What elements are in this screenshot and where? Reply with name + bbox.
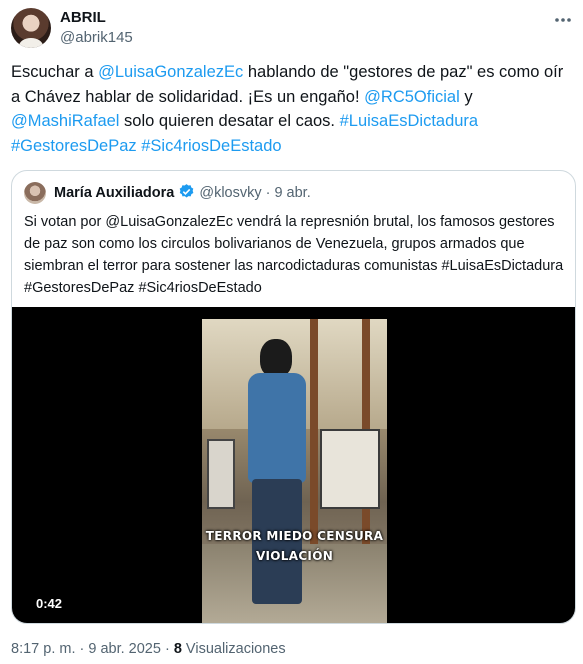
quoted-tweet-card[interactable]: María Auxiliadora @klosvky · 9 abr. Si v… <box>11 170 576 624</box>
video-duration: 0:42 <box>32 595 67 612</box>
quoted-author-handle[interactable]: @klosvky <box>199 185 261 201</box>
tweet-footer: 8:17 p. m. · 9 abr. 2025 · 8 Visualizaci… <box>11 641 286 657</box>
author-avatar[interactable] <box>11 8 51 48</box>
quoted-tweet-header: María Auxiliadora @klosvky · 9 abr. <box>24 182 311 204</box>
author-handle[interactable]: @abrik145 <box>60 29 133 46</box>
quoted-author-name[interactable]: María Auxiliadora <box>54 185 174 201</box>
mention-link[interactable]: @RC5Oficial <box>364 88 460 106</box>
hashtag-link[interactable]: #GestoresDePaz <box>11 137 137 155</box>
hashtag-link[interactable]: #Sic4riosDeEstado <box>141 137 281 155</box>
quoted-author-avatar[interactable] <box>24 182 46 204</box>
mention-link[interactable]: @MashiRafael <box>11 112 119 130</box>
video-caption-line: TERROR MIEDO CENSURA <box>205 529 384 543</box>
separator-dot: · <box>265 185 271 201</box>
views-label: Visualizaciones <box>181 641 286 657</box>
timestamp[interactable]: 8:17 p. m. · 9 abr. 2025 · <box>11 641 174 657</box>
tweet-text: Escuchar a @LuisaGonzalezEc hablando de … <box>11 60 571 158</box>
tweet-text-segment: solo quieren desatar el caos. <box>119 112 340 130</box>
video-player[interactable]: TERROR MIEDO CENSURA VIOLACIÓN 0:42 <box>12 307 575 623</box>
views-count: 8 <box>173 641 182 657</box>
more-options-icon[interactable] <box>553 10 573 35</box>
mention-link[interactable]: @LuisaGonzalezEc <box>98 63 243 81</box>
tweet-text-segment: Escuchar a <box>11 63 99 81</box>
video-caption-line: VIOLACIÓN <box>255 549 334 563</box>
tweet-header: ABRIL @abrik145 <box>11 6 573 50</box>
quoted-tweet-text: Si votan por @LuisaGonzalezEc vendrá la … <box>24 214 564 296</box>
hashtag-link[interactable]: #LuisaEsDictadura <box>340 112 479 130</box>
video-thumbnail: TERROR MIEDO CENSURA VIOLACIÓN <box>202 319 387 623</box>
verified-badge-icon <box>178 183 195 204</box>
quoted-date[interactable]: 9 abr. <box>274 185 310 201</box>
author-name[interactable]: ABRIL <box>60 9 106 26</box>
tweet-text-segment: y <box>459 87 473 106</box>
person-figure <box>242 339 312 609</box>
